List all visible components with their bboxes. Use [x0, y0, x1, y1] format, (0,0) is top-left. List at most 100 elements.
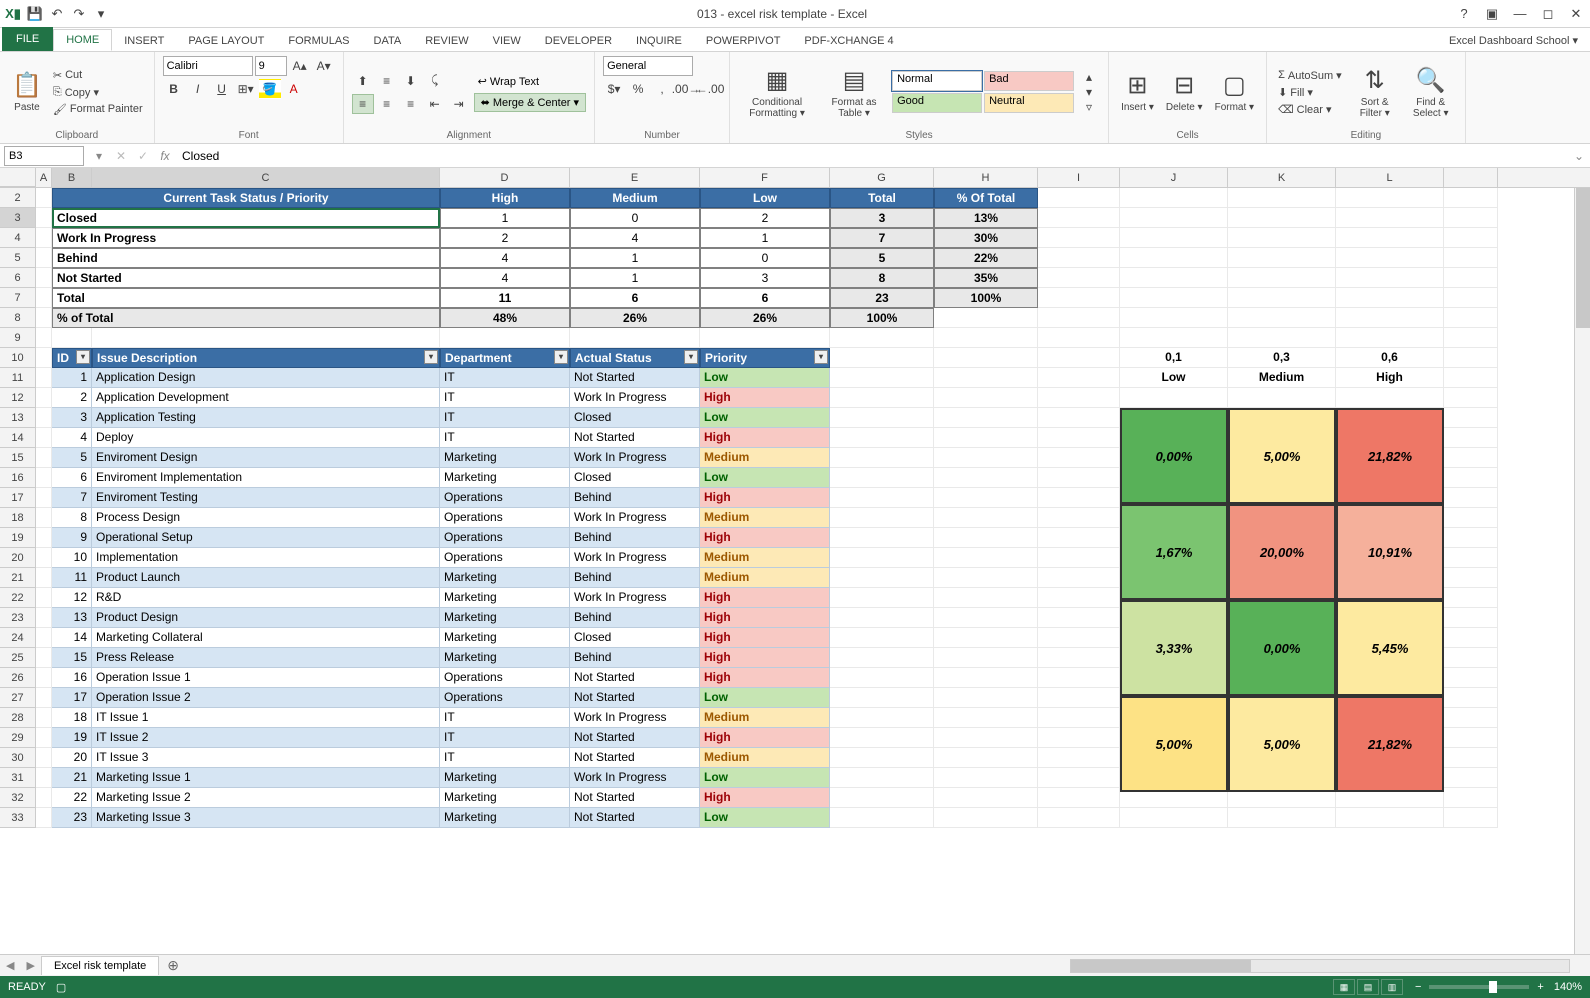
- grid-row-6[interactable]: 6Not Started413835%: [0, 268, 1590, 288]
- grid-row-3[interactable]: 3Closed102313%: [0, 208, 1590, 228]
- autosum-button[interactable]: ΣAutoSum ▾: [1275, 68, 1345, 83]
- fill-button[interactable]: ⬇Fill ▾: [1275, 85, 1345, 100]
- grid-row-10[interactable]: 10ID▾Issue Description▾Department▾Actual…: [0, 348, 1590, 368]
- filter-icon[interactable]: ▾: [424, 350, 438, 364]
- tab-page-layout[interactable]: PAGE LAYOUT: [176, 31, 276, 51]
- align-left-icon[interactable]: ≡: [352, 94, 374, 114]
- redo-icon[interactable]: ↷: [70, 5, 88, 23]
- border-button[interactable]: ⊞▾: [235, 79, 257, 99]
- decrease-font-icon[interactable]: A▾: [313, 56, 335, 76]
- row-header-6[interactable]: 6: [0, 268, 36, 288]
- row-header-20[interactable]: 20: [0, 548, 36, 568]
- zoom-thumb[interactable]: [1489, 981, 1497, 993]
- style-good[interactable]: Good: [892, 93, 982, 113]
- enter-formula-icon[interactable]: ✓: [132, 149, 154, 163]
- grid-row-33[interactable]: 3323Marketing Issue 3MarketingNot Starte…: [0, 808, 1590, 828]
- row-header-12[interactable]: 12: [0, 388, 36, 408]
- row-header-18[interactable]: 18: [0, 508, 36, 528]
- row-header-29[interactable]: 29: [0, 728, 36, 748]
- row-header-19[interactable]: 19: [0, 528, 36, 548]
- tab-pdf-xchange[interactable]: PDF-XChange 4: [792, 31, 905, 51]
- minimize-icon[interactable]: —: [1510, 6, 1530, 21]
- tab-home[interactable]: HOME: [53, 29, 112, 51]
- paste-button[interactable]: 📋Paste: [8, 69, 46, 115]
- row-header-22[interactable]: 22: [0, 588, 36, 608]
- number-format-combo[interactable]: [603, 56, 693, 76]
- style-bad[interactable]: Bad: [984, 71, 1074, 91]
- row-header-13[interactable]: 13: [0, 408, 36, 428]
- fx-icon[interactable]: fx: [154, 149, 176, 163]
- formula-input[interactable]: [176, 146, 1568, 166]
- add-sheet-icon[interactable]: ⊕: [159, 957, 187, 974]
- row-header-27[interactable]: 27: [0, 688, 36, 708]
- page-layout-view-icon[interactable]: ▤: [1357, 979, 1379, 995]
- percent-format-icon[interactable]: %: [627, 79, 649, 99]
- row-header-25[interactable]: 25: [0, 648, 36, 668]
- tab-file[interactable]: FILE: [2, 27, 53, 51]
- grid-row-12[interactable]: 122Application DevelopmentITWork In Prog…: [0, 388, 1590, 408]
- format-as-table-button[interactable]: ▤Format as Table ▾: [820, 64, 888, 121]
- col-header-B[interactable]: B: [52, 168, 92, 187]
- tab-insert[interactable]: INSERT: [112, 31, 176, 51]
- save-icon[interactable]: 💾: [26, 5, 44, 23]
- col-header-E[interactable]: E: [570, 168, 700, 187]
- filter-icon[interactable]: ▾: [76, 350, 90, 364]
- col-header-D[interactable]: D: [440, 168, 570, 187]
- col-header-F[interactable]: F: [700, 168, 830, 187]
- increase-font-icon[interactable]: A▴: [289, 56, 311, 76]
- underline-button[interactable]: U: [211, 79, 233, 99]
- filter-icon[interactable]: ▾: [684, 350, 698, 364]
- row-header-14[interactable]: 14: [0, 428, 36, 448]
- tab-inquire[interactable]: INQUIRE: [624, 31, 694, 51]
- style-neutral[interactable]: Neutral: [984, 93, 1074, 113]
- increase-decimal-icon[interactable]: .00→: [675, 79, 697, 99]
- align-center-icon[interactable]: ≡: [376, 94, 398, 114]
- tab-data[interactable]: DATA: [362, 31, 414, 51]
- row-header-33[interactable]: 33: [0, 808, 36, 828]
- font-size-combo[interactable]: [255, 56, 287, 76]
- row-header-23[interactable]: 23: [0, 608, 36, 628]
- qat-customize-icon[interactable]: ▾: [92, 5, 110, 23]
- bold-button[interactable]: B: [163, 79, 185, 99]
- accounting-format-icon[interactable]: $▾: [603, 79, 625, 99]
- zoom-in-icon[interactable]: +: [1537, 981, 1543, 993]
- row-header-4[interactable]: 4: [0, 228, 36, 248]
- row-header-28[interactable]: 28: [0, 708, 36, 728]
- font-name-combo[interactable]: [163, 56, 253, 76]
- name-box-dropdown-icon[interactable]: ▾: [88, 149, 110, 163]
- row-header-10[interactable]: 10: [0, 348, 36, 368]
- align-top-icon[interactable]: ⬆: [352, 71, 374, 91]
- grid-row-7[interactable]: 7Total116623100%: [0, 288, 1590, 308]
- cut-button[interactable]: ✂Cut: [50, 68, 146, 83]
- expand-formula-bar-icon[interactable]: ⌄: [1568, 149, 1590, 163]
- cancel-formula-icon[interactable]: ✕: [110, 149, 132, 163]
- font-color-button[interactable]: A: [283, 79, 305, 99]
- format-cells-button[interactable]: ▢Format ▾: [1211, 69, 1258, 115]
- tab-formulas[interactable]: FORMULAS: [276, 31, 361, 51]
- row-header-2[interactable]: 2: [0, 188, 36, 208]
- vertical-scrollbar[interactable]: [1574, 188, 1590, 954]
- filter-icon[interactable]: ▾: [554, 350, 568, 364]
- row-header-5[interactable]: 5: [0, 248, 36, 268]
- close-icon[interactable]: ✕: [1566, 6, 1586, 22]
- conditional-formatting-button[interactable]: ▦Conditional Formatting ▾: [738, 64, 816, 121]
- styles-more-icon[interactable]: ▿: [1078, 100, 1100, 114]
- grid-row-5[interactable]: 5Behind410522%: [0, 248, 1590, 268]
- copy-button[interactable]: ⎘Copy ▾: [50, 85, 146, 100]
- style-normal[interactable]: Normal: [892, 71, 982, 91]
- tab-review[interactable]: REVIEW: [413, 31, 480, 51]
- row-header-11[interactable]: 11: [0, 368, 36, 388]
- row-header-8[interactable]: 8: [0, 308, 36, 328]
- grid-row-11[interactable]: 111Application DesignITNot StartedLowLow…: [0, 368, 1590, 388]
- col-header-K[interactable]: K: [1228, 168, 1336, 187]
- select-all-corner[interactable]: [0, 168, 36, 187]
- row-header-7[interactable]: 7: [0, 288, 36, 308]
- col-header-C[interactable]: C: [92, 168, 440, 187]
- name-box[interactable]: [4, 146, 84, 166]
- styles-scroll-down-icon[interactable]: ▾: [1078, 85, 1100, 99]
- row-header-30[interactable]: 30: [0, 748, 36, 768]
- ribbon-options-icon[interactable]: ▣: [1482, 6, 1502, 22]
- tab-view[interactable]: VIEW: [481, 31, 533, 51]
- grid-row-9[interactable]: 9: [0, 328, 1590, 348]
- align-middle-icon[interactable]: ≡: [376, 71, 398, 91]
